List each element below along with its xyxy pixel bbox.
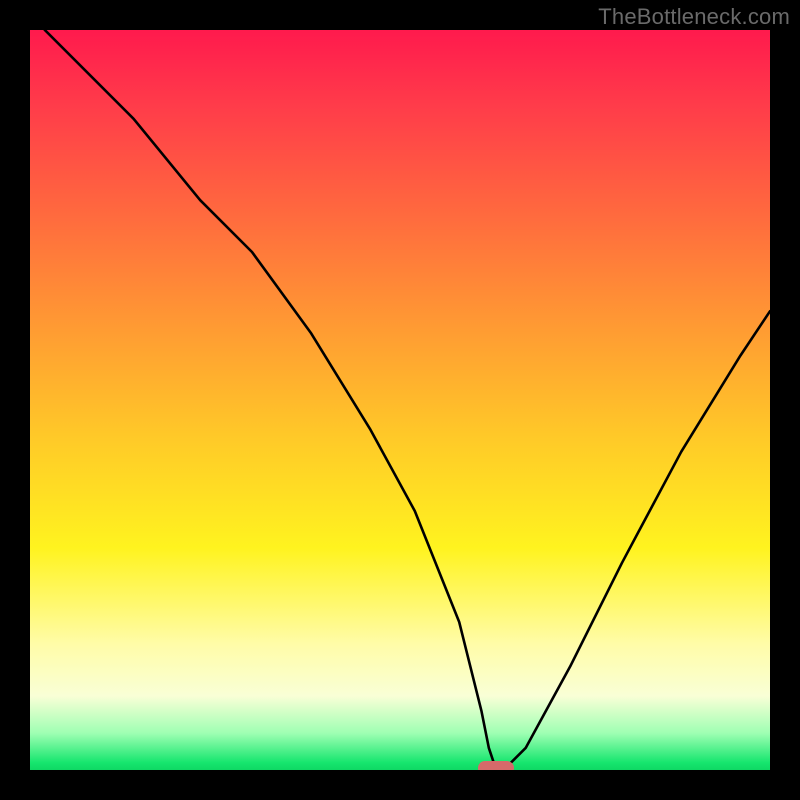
optimum-marker [478, 761, 514, 770]
watermark-text: TheBottleneck.com [598, 4, 790, 30]
plot-area [30, 30, 770, 770]
bottleneck-curve [30, 30, 770, 770]
chart-frame: TheBottleneck.com [0, 0, 800, 800]
